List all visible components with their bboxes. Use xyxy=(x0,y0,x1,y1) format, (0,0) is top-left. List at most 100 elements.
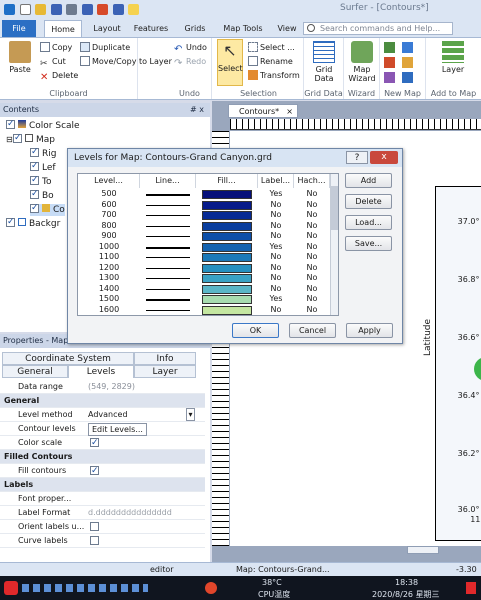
export-icon[interactable] xyxy=(81,4,93,15)
fill-swatch[interactable] xyxy=(202,200,252,210)
copy-button[interactable]: Copy xyxy=(40,41,72,54)
duplicate-button[interactable]: Duplicate xyxy=(80,41,130,54)
property-value[interactable]: d.ddddddddddddddd xyxy=(88,506,172,520)
tab-features[interactable]: Features xyxy=(132,20,170,37)
level-value[interactable]: 900 xyxy=(78,231,140,242)
tree-item-contours[interactable]: Co xyxy=(30,202,65,216)
label-flag[interactable]: No xyxy=(258,284,294,295)
close-button[interactable]: x xyxy=(370,151,398,164)
surface-map-icon[interactable] xyxy=(402,72,413,83)
level-value[interactable]: 1400 xyxy=(78,284,140,295)
line-style-sample[interactable] xyxy=(146,309,190,311)
tab-view[interactable]: View xyxy=(272,20,302,37)
property-value[interactable]: Advanced xyxy=(88,408,128,422)
line-style-sample[interactable] xyxy=(146,225,190,227)
close-tab-icon[interactable]: × xyxy=(286,105,293,118)
cut-button[interactable]: ✂ Cut xyxy=(40,55,66,69)
tree-item-top-axis[interactable]: To xyxy=(30,174,51,188)
checkbox[interactable] xyxy=(13,132,22,144)
level-row[interactable]: 600 No No xyxy=(78,200,330,211)
fill-swatch[interactable] xyxy=(202,295,252,304)
property-row[interactable]: Fill contours xyxy=(0,464,205,478)
tab-file[interactable]: File xyxy=(2,20,36,37)
hachure-flag[interactable]: No xyxy=(294,242,330,253)
tree-item-bottom-axis[interactable]: Bo xyxy=(30,188,54,202)
line-style-sample[interactable] xyxy=(146,278,190,279)
move-copy-layer-button[interactable]: Move/Copy to Layer xyxy=(80,55,172,68)
map-wizard-button[interactable]: Map Wizard xyxy=(347,41,377,83)
tree-item-color-scale[interactable]: Color Scale xyxy=(6,118,80,132)
label-flag[interactable]: No xyxy=(258,273,294,284)
property-row[interactable]: Color scale xyxy=(0,436,205,450)
checkbox[interactable] xyxy=(30,146,39,158)
cancel-button[interactable]: Cancel xyxy=(289,323,336,338)
property-row[interactable]: Data range (549, 2829) xyxy=(0,380,205,394)
line-style-sample[interactable] xyxy=(146,215,190,216)
delete-level-button[interactable]: Delete xyxy=(345,194,392,209)
hachure-flag[interactable]: No xyxy=(294,200,330,211)
checkbox[interactable] xyxy=(30,188,39,200)
checkbox[interactable] xyxy=(90,536,99,545)
dropdown-arrow-icon[interactable]: ▾ xyxy=(186,408,195,421)
ok-button[interactable]: OK xyxy=(232,323,279,338)
save-button[interactable]: Save... xyxy=(345,236,392,251)
tab-general[interactable]: General xyxy=(2,365,68,378)
property-row[interactable]: Font proper... xyxy=(0,492,205,506)
new-icon[interactable] xyxy=(19,4,31,15)
select-menu-button[interactable]: Select ... xyxy=(248,41,295,54)
line-style-sample[interactable] xyxy=(146,194,190,196)
col-fill[interactable]: Fill... xyxy=(196,174,258,188)
tree-item-left-axis[interactable]: Lef xyxy=(30,160,56,174)
property-row[interactable]: Label Format d.ddddddddddddddd xyxy=(0,506,205,520)
level-value[interactable]: 700 xyxy=(78,210,140,221)
clock-date[interactable]: 2020/8/26 星期三 xyxy=(372,589,440,600)
level-row[interactable]: 1400 No No xyxy=(78,284,330,295)
property-value[interactable]: Edit Levels... xyxy=(88,423,147,436)
load-button[interactable]: Load... xyxy=(345,215,392,230)
tab-coordinate-system[interactable]: Coordinate System xyxy=(2,352,134,365)
help-button[interactable]: ? xyxy=(346,151,368,164)
levels-table[interactable]: Level... Line... Fill... Label... Hach..… xyxy=(77,173,339,316)
fill-swatch[interactable] xyxy=(202,305,252,315)
col-label[interactable]: Label... xyxy=(258,174,294,188)
fill-swatch[interactable] xyxy=(202,211,252,220)
fill-swatch[interactable] xyxy=(202,274,252,283)
rename-button[interactable]: Rename xyxy=(248,55,293,68)
label-flag[interactable]: Yes xyxy=(258,294,294,305)
hachure-flag[interactable]: No xyxy=(294,263,330,274)
label-flag[interactable]: No xyxy=(258,200,294,211)
fill-swatch[interactable] xyxy=(202,242,252,252)
col-line[interactable]: Line... xyxy=(140,174,196,188)
ime-icon[interactable] xyxy=(4,581,18,595)
label-flag[interactable]: No xyxy=(258,305,294,316)
tab-home[interactable]: Home xyxy=(44,20,82,37)
level-value[interactable]: 1200 xyxy=(78,263,140,274)
fill-swatch[interactable] xyxy=(202,253,252,262)
fill-swatch[interactable] xyxy=(202,232,252,241)
level-value[interactable]: 1300 xyxy=(78,273,140,284)
contents-pin-close[interactable]: # x xyxy=(190,103,204,117)
fill-swatch[interactable] xyxy=(202,221,252,231)
notification-icon[interactable] xyxy=(466,582,476,594)
level-value[interactable]: 500 xyxy=(78,189,140,200)
redo-button[interactable]: ↷ Redo xyxy=(174,55,206,69)
label-flag[interactable]: Yes xyxy=(258,189,294,200)
tab-info[interactable]: Info xyxy=(134,352,196,365)
fill-swatch[interactable] xyxy=(202,263,252,273)
property-row[interactable]: Level method Advanced ▾ xyxy=(0,408,205,422)
open-icon[interactable] xyxy=(35,4,47,15)
fill-swatch[interactable] xyxy=(202,190,252,199)
level-row[interactable]: 700 No No xyxy=(78,210,330,221)
hachure-flag[interactable]: No xyxy=(294,210,330,221)
level-row[interactable]: 1200 No No xyxy=(78,263,330,274)
tab-layout[interactable]: Layout xyxy=(88,20,126,37)
save-icon[interactable] xyxy=(50,4,62,15)
hachure-flag[interactable]: No xyxy=(294,294,330,305)
label-flag[interactable]: No xyxy=(258,221,294,232)
checkbox[interactable] xyxy=(90,436,99,450)
tab-contours-document[interactable]: Contours* × xyxy=(228,104,298,118)
horizontal-scrollbar[interactable] xyxy=(407,546,439,554)
tab-layer[interactable]: Layer xyxy=(134,365,196,378)
scroll-thumb[interactable] xyxy=(331,186,338,230)
checkbox[interactable] xyxy=(30,160,39,172)
